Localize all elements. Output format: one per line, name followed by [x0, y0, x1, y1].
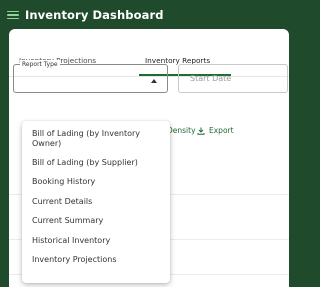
dropdown-option[interactable]: Bill of Lading (by Supplier): [22, 153, 170, 173]
export-label: Export: [209, 126, 234, 135]
density-button[interactable]: Density: [167, 126, 196, 135]
report-type-legend: Report Type: [20, 60, 60, 69]
hamburger-menu-icon[interactable]: [7, 10, 19, 20]
top-app-bar: Inventory Dashboard: [0, 0, 273, 30]
start-date-placeholder: Start Date: [190, 74, 232, 83]
dropdown-option[interactable]: Booking History: [22, 173, 170, 193]
start-date-input[interactable]: Start Date: [178, 64, 288, 93]
dropdown-option[interactable]: Historical Inventory: [22, 231, 170, 251]
dropdown-option[interactable]: Current Details: [22, 192, 170, 212]
dropdown-option[interactable]: Bill of Lading (by Inventory Owner): [22, 125, 170, 153]
report-type-select[interactable]: Report Type: [13, 60, 168, 93]
export-button[interactable]: Export: [197, 126, 234, 135]
download-icon: [197, 127, 205, 135]
dropdown-option[interactable]: Inventory Projections: [22, 251, 170, 271]
dropdown-option[interactable]: Current Summary: [22, 212, 170, 232]
app-title: Inventory Dashboard: [25, 8, 164, 22]
caret-up-icon[interactable]: [151, 79, 157, 83]
report-type-dropdown-menu: Bill of Lading (by Inventory Owner) Bill…: [22, 121, 170, 283]
